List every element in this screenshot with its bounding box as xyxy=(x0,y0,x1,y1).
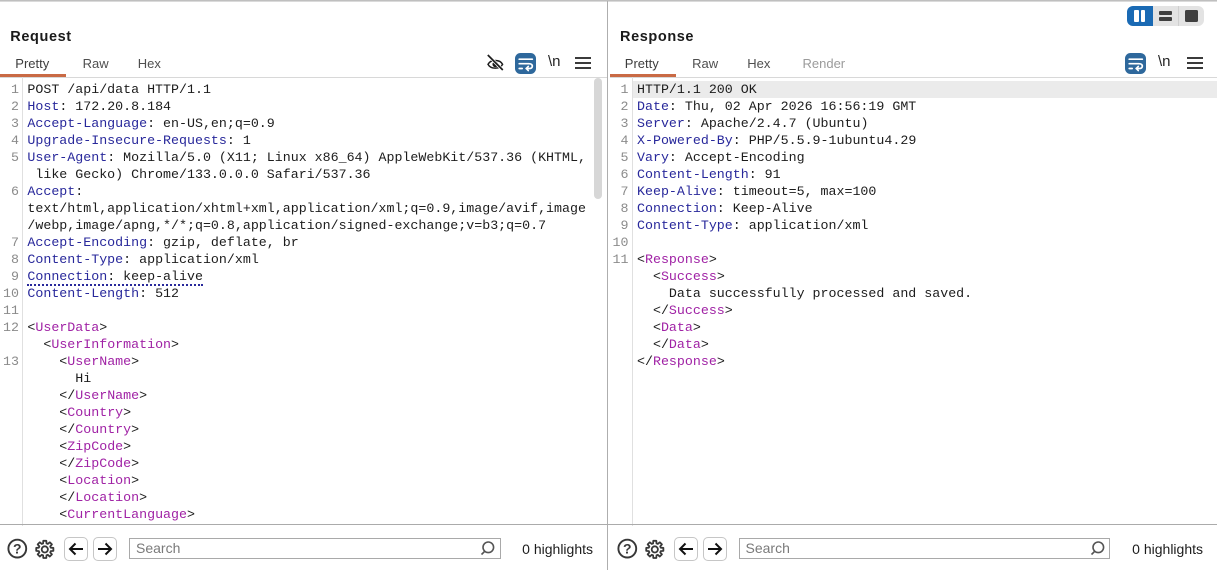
svg-text:?: ? xyxy=(13,541,22,557)
svg-text:?: ? xyxy=(623,541,632,557)
